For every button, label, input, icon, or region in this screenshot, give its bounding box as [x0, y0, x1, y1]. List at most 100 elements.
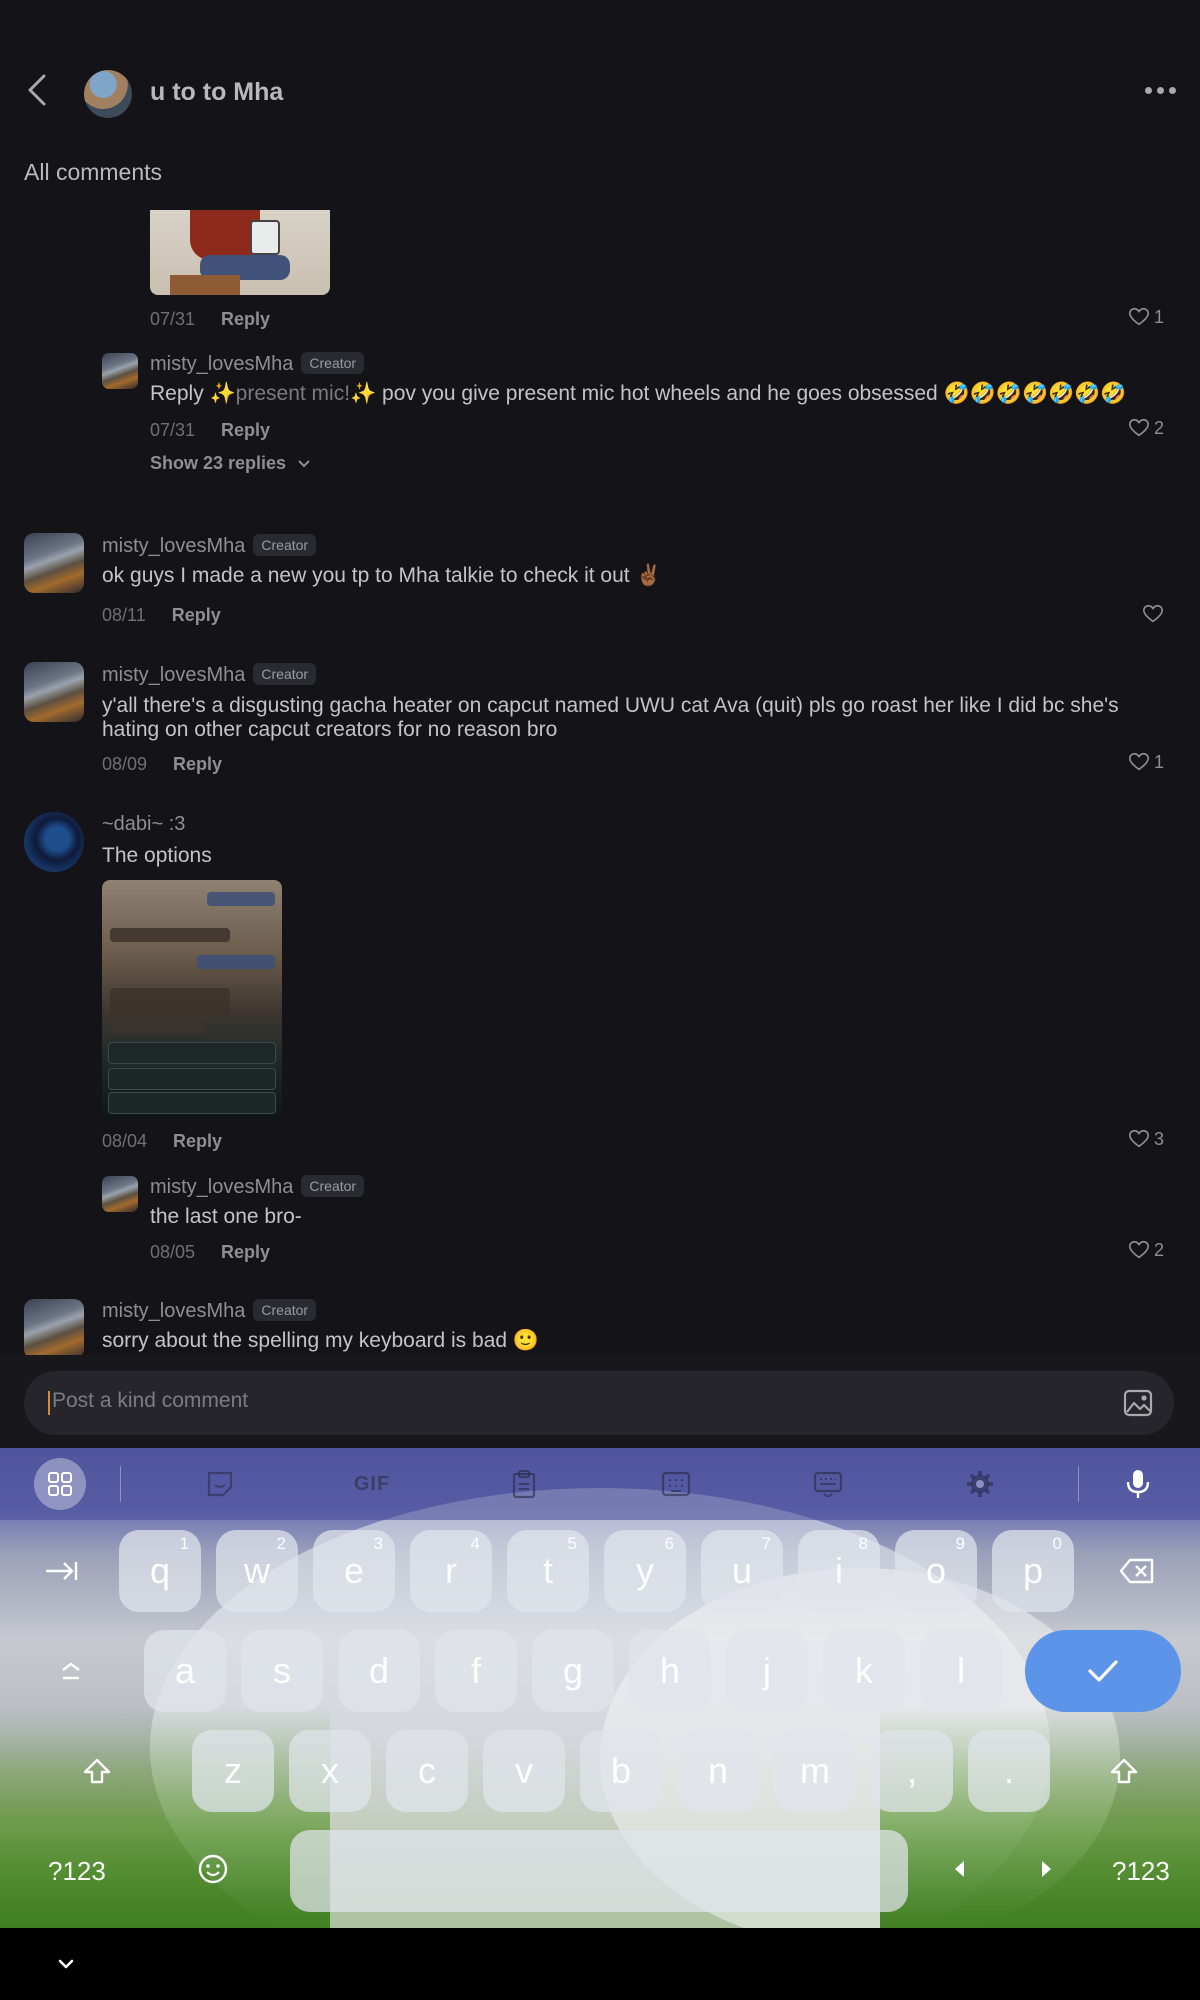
username[interactable]: ~dabi~ :3 — [102, 813, 185, 835]
talkie-avatar[interactable] — [84, 70, 132, 118]
avatar[interactable] — [24, 1299, 84, 1355]
key-j[interactable]: j — [726, 1630, 808, 1712]
comment-meta: 08/11 Reply — [102, 605, 221, 626]
like-button[interactable]: 1 — [1128, 751, 1164, 773]
key-q[interactable]: q1 — [119, 1530, 201, 1612]
reply-button[interactable]: Reply — [221, 1242, 270, 1262]
like-button[interactable]: 2 — [1128, 417, 1164, 439]
chevron-down-icon — [298, 460, 310, 468]
voice-input-button[interactable] — [1112, 1458, 1164, 1510]
reply-button[interactable]: Reply — [172, 605, 221, 625]
caret-left-icon — [955, 1861, 964, 1877]
section-title: All comments — [24, 159, 163, 185]
symbols-key-right[interactable]: ?123 — [1112, 1856, 1170, 1887]
cursor-left-key[interactable] — [918, 1828, 1000, 1910]
reply-button[interactable]: Reply — [221, 420, 270, 440]
spacebar-key[interactable] — [290, 1830, 908, 1912]
reply-button[interactable]: Reply — [173, 1131, 222, 1151]
keyboard-layout-button[interactable] — [802, 1458, 854, 1510]
comments-feed[interactable]: 07/31 Reply 1 misty_lovesMha Creator Reply… — [0, 210, 1200, 1355]
emoji-icon — [198, 1854, 228, 1884]
avatar[interactable] — [24, 662, 84, 722]
key-label: q — [149, 1550, 171, 1591]
more-options-button[interactable] — [1140, 80, 1180, 100]
comment-header: misty_lovesMha Creator — [102, 534, 317, 558]
key-period[interactable]: . — [968, 1730, 1050, 1812]
key-label: o — [925, 1550, 947, 1591]
tab-key[interactable] — [20, 1530, 102, 1612]
key-c[interactable]: c — [386, 1730, 468, 1812]
key-alt-label: 0 — [1052, 1534, 1062, 1553]
comment-image[interactable] — [150, 210, 330, 295]
key-a[interactable]: a — [144, 1630, 226, 1712]
symbols-key-left[interactable]: ?123 — [48, 1856, 106, 1887]
username[interactable]: misty_lovesMha — [150, 1176, 293, 1198]
reply-button[interactable]: Reply — [221, 309, 270, 329]
key-p[interactable]: p0 — [992, 1530, 1074, 1612]
username[interactable]: misty_lovesMha — [102, 1300, 245, 1322]
comment-text: The options — [102, 844, 212, 867]
key-g[interactable]: g — [532, 1630, 614, 1712]
like-button[interactable]: 3 — [1128, 1128, 1164, 1150]
cursor-right-key[interactable] — [1006, 1828, 1088, 1910]
key-label: t — [542, 1550, 553, 1591]
key-y[interactable]: y6 — [604, 1530, 686, 1612]
key-x[interactable]: x — [289, 1730, 371, 1812]
clipboard-button[interactable] — [498, 1458, 550, 1510]
key-label: j — [763, 1650, 771, 1691]
key-alt-label: 7 — [761, 1534, 771, 1553]
enter-key[interactable] — [1025, 1630, 1181, 1712]
key-u[interactable]: u7 — [701, 1530, 783, 1612]
key-d[interactable]: d — [338, 1630, 420, 1712]
username[interactable]: misty_lovesMha — [150, 353, 293, 375]
avatar[interactable] — [24, 533, 84, 593]
emoji-key[interactable] — [172, 1828, 254, 1910]
apps-grid-button[interactable] — [34, 1458, 86, 1510]
comment-image[interactable] — [102, 880, 282, 1120]
image-icon[interactable] — [1122, 1387, 1154, 1419]
key-t[interactable]: t5 — [507, 1530, 589, 1612]
like-button[interactable] — [1142, 603, 1164, 625]
avatar[interactable] — [102, 353, 138, 389]
key-k[interactable]: k — [823, 1630, 905, 1712]
shift-key-right[interactable] — [1083, 1730, 1165, 1812]
key-m[interactable]: m — [774, 1730, 856, 1812]
key-f[interactable]: f — [435, 1630, 517, 1712]
key-l[interactable]: l — [920, 1630, 1002, 1712]
key-alt-label: 3 — [373, 1534, 383, 1553]
key-o[interactable]: o9 — [895, 1530, 977, 1612]
back-button[interactable] — [18, 70, 58, 110]
key-r[interactable]: r4 — [410, 1530, 492, 1612]
username[interactable]: misty_lovesMha — [102, 535, 245, 557]
like-button[interactable]: 1 — [1128, 306, 1164, 328]
avatar[interactable] — [102, 1176, 138, 1212]
key-label: s — [273, 1650, 291, 1691]
key-e[interactable]: e3 — [313, 1530, 395, 1612]
backspace-key[interactable] — [1096, 1530, 1178, 1612]
key-n[interactable]: n — [677, 1730, 759, 1812]
key-h[interactable]: h — [629, 1630, 711, 1712]
gif-button[interactable]: GIF — [346, 1458, 398, 1510]
key-s[interactable]: s — [241, 1630, 323, 1712]
key-label: d — [368, 1650, 390, 1691]
reply-button[interactable]: Reply — [173, 754, 222, 774]
keyboard-collapse-key[interactable] — [30, 1630, 112, 1712]
show-replies-button[interactable]: Show 23 replies — [150, 453, 311, 474]
comment-input[interactable]: Post a kind comment — [24, 1371, 1174, 1435]
numpad-button[interactable] — [650, 1458, 702, 1510]
shift-key-left[interactable] — [56, 1730, 138, 1812]
sticker-button[interactable] — [194, 1458, 246, 1510]
key-w[interactable]: w2 — [216, 1530, 298, 1612]
key-v[interactable]: v — [483, 1730, 565, 1812]
key-z[interactable]: z — [192, 1730, 274, 1812]
settings-button[interactable] — [954, 1458, 1006, 1510]
like-button[interactable]: 2 — [1128, 1239, 1164, 1261]
hide-keyboard-icon[interactable] — [52, 1950, 80, 1978]
page-title[interactable]: u to to Mha — [150, 78, 283, 107]
mention[interactable]: ✨present mic!✨ — [210, 382, 377, 405]
key-comma[interactable]: , — [871, 1730, 953, 1812]
key-i[interactable]: i8 — [798, 1530, 880, 1612]
username[interactable]: misty_lovesMha — [102, 664, 245, 686]
key-b[interactable]: b — [580, 1730, 662, 1812]
avatar[interactable] — [24, 812, 84, 872]
